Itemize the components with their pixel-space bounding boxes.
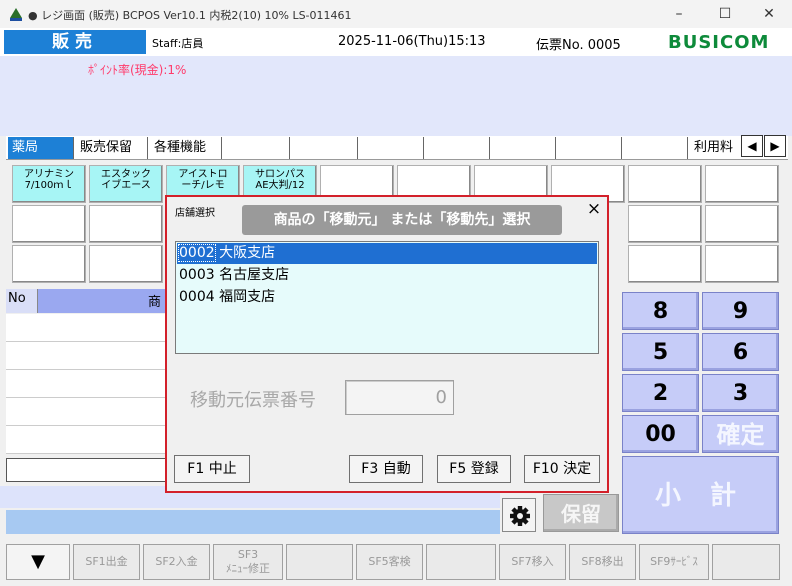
product-name-1: アリナミン — [24, 169, 74, 180]
gear-icon — [510, 506, 530, 526]
list-row[interactable] — [6, 370, 168, 398]
slip-number: 伝票No. 0005 — [536, 38, 621, 53]
product-button-empty[interactable] — [705, 165, 779, 203]
store-list-item[interactable]: 0004 福岡支店 — [177, 287, 597, 308]
list-product-header: 商 — [148, 295, 162, 310]
function-key-empty[interactable] — [712, 544, 780, 580]
staff-label: Staff:店員 — [152, 37, 204, 50]
input-display[interactable] — [6, 458, 166, 482]
product-button-empty[interactable] — [628, 165, 702, 203]
settings-button[interactable] — [502, 498, 536, 532]
close-window-button[interactable]: ✕ — [746, 0, 792, 28]
product-name-2: 7/100ｍｌ — [24, 180, 74, 191]
sf2-deposit-button[interactable]: SF2入金 — [143, 544, 210, 580]
datetime-label: 2025-11-06(Thu)15:13 — [338, 34, 486, 49]
sf1-withdraw-button[interactable]: SF1出金 — [73, 544, 140, 580]
source-slip-label: 移動元伝票番号 — [190, 390, 316, 411]
store-list-item[interactable]: 0002 大阪支店 — [177, 243, 597, 264]
close-icon[interactable]: × — [584, 198, 604, 220]
points-rate: ﾎﾟｲﾝﾄ率(現金):1% — [88, 63, 187, 77]
function-key-empty[interactable] — [426, 544, 496, 580]
f10-decide-button[interactable]: F10 決定 — [524, 455, 600, 483]
sf7-transfer-in-button[interactable]: SF7移入 — [499, 544, 566, 580]
sf5-customer-search-button[interactable]: SF5客検 — [356, 544, 423, 580]
f3-auto-button[interactable]: F3 自動 — [349, 455, 423, 483]
total-strip — [6, 510, 500, 534]
list-row[interactable] — [6, 426, 168, 454]
tab-pharmacy[interactable]: 薬局 — [8, 137, 74, 159]
tab-empty[interactable] — [622, 137, 688, 159]
product-name-2: イブエース — [101, 180, 151, 191]
f1-cancel-button[interactable]: F1 中止 — [174, 455, 250, 483]
minimize-button[interactable]: – — [656, 0, 702, 28]
product-button-empty[interactable] — [705, 245, 779, 283]
product-button[interactable]: エスタック イブエース — [89, 165, 163, 203]
tab-empty[interactable] — [222, 137, 290, 159]
store-code: 0002 — [178, 244, 216, 262]
list-row[interactable] — [6, 314, 168, 342]
mode-label: 販売 — [4, 30, 146, 54]
list-row[interactable] — [6, 342, 168, 370]
product-button-empty[interactable] — [628, 205, 702, 243]
sf3-menu-edit-button[interactable]: SF3 ﾒﾆｭｰ修正 — [213, 544, 283, 580]
store-list-item[interactable]: 0003 名古屋支店 — [177, 265, 597, 286]
store-name: 福岡支店 — [219, 289, 276, 305]
source-slip-number-field[interactable]: 0 — [345, 380, 454, 415]
product-name-1: エスタック — [101, 169, 151, 180]
store-name: 名古屋支店 — [219, 267, 290, 283]
store-name: 大阪支店 — [219, 245, 276, 261]
tab-empty[interactable] — [424, 137, 490, 159]
subtotal-key[interactable]: 小 計 — [622, 456, 779, 534]
key-2[interactable]: 2 — [622, 374, 699, 412]
key-6[interactable]: 6 — [702, 333, 779, 371]
tab-empty[interactable] — [358, 137, 424, 159]
product-button-empty[interactable] — [89, 205, 163, 243]
tab-empty[interactable] — [290, 137, 358, 159]
tab-usage-fee[interactable]: 利用料 — [690, 137, 740, 159]
product-button[interactable]: アリナミン 7/100ｍｌ — [12, 165, 86, 203]
key-00[interactable]: 00 — [622, 415, 699, 453]
list-row[interactable] — [6, 398, 168, 426]
product-button-empty[interactable] — [628, 245, 702, 283]
product-button-empty[interactable] — [89, 245, 163, 283]
tab-right-arrow-icon[interactable]: ▶ — [764, 135, 786, 157]
key-3[interactable]: 3 — [702, 374, 779, 412]
sf9-service-button[interactable]: SF9ｻｰﾋﾞｽ — [639, 544, 709, 580]
key-9[interactable]: 9 — [702, 292, 779, 330]
list-no-header: No — [8, 291, 26, 306]
f5-register-button[interactable]: F5 登録 — [437, 455, 511, 483]
busicom-logo: BUSICOM — [668, 32, 770, 53]
product-name-1: サロンパス — [255, 169, 305, 180]
tab-sales-hold[interactable]: 販売保留 — [76, 137, 148, 159]
key-8[interactable]: 8 — [622, 292, 699, 330]
window-title: ● レジ画面 (販売) BCPOS Ver10.1 内税2(10) 10% LS… — [28, 9, 352, 22]
product-name-1: アイストロ — [178, 169, 228, 180]
function-key-empty[interactable] — [286, 544, 353, 580]
store-code: 0004 — [179, 289, 215, 305]
sf8-transfer-out-button[interactable]: SF8移出 — [569, 544, 636, 580]
product-name-2: ーチ/レモ — [181, 180, 225, 191]
confirm-key[interactable]: 確定 — [702, 415, 779, 453]
app-icon — [8, 6, 24, 22]
key-5[interactable]: 5 — [622, 333, 699, 371]
product-name-2: AE大判/12 — [255, 180, 305, 191]
maximize-button[interactable]: ☐ — [702, 0, 748, 28]
down-arrow-icon[interactable]: ▼ — [6, 544, 70, 580]
dialog-title: 商品の「移動元」 または「移動先」選択 — [242, 205, 562, 235]
tab-functions[interactable]: 各種機能 — [150, 137, 222, 159]
tab-empty[interactable] — [556, 137, 622, 159]
hold-key[interactable]: 保留 — [543, 494, 619, 532]
product-button-empty[interactable] — [12, 205, 86, 243]
tab-empty[interactable] — [490, 137, 556, 159]
product-button-empty[interactable] — [12, 245, 86, 283]
dialog-caption: 店舗選択 — [175, 208, 215, 219]
store-code: 0003 — [179, 267, 215, 283]
product-button-empty[interactable] — [705, 205, 779, 243]
tab-left-arrow-icon[interactable]: ◀ — [741, 135, 763, 157]
